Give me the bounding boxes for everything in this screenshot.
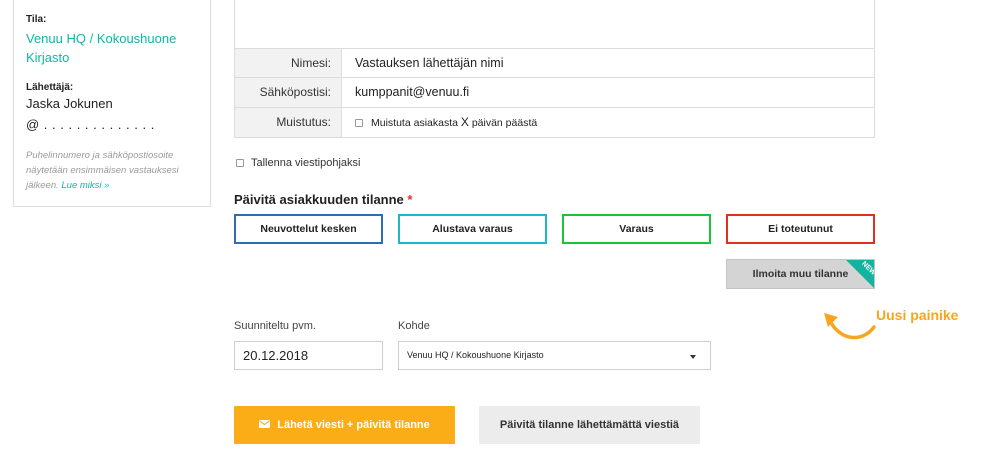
caret-down-icon <box>690 355 696 359</box>
name-label: Nimesi: <box>235 49 342 77</box>
sender-label: Lähettäjä: <box>26 82 74 93</box>
reminder-text-after: päivän päästä <box>471 117 538 129</box>
message-textarea[interactable] <box>234 0 875 49</box>
target-label: Kohde <box>398 320 430 332</box>
space-label: Tila: <box>26 14 47 25</box>
status-negotiating-button[interactable]: Neuvottelut kesken <box>234 214 383 244</box>
annotation-arrow-icon <box>824 313 876 340</box>
status-booking-button[interactable]: Varaus <box>562 214 711 244</box>
envelope-icon <box>259 420 271 429</box>
send-and-update-label: Lähetä viesti + päivitä tilanne <box>277 419 430 431</box>
target-select[interactable]: Venuu HQ / Kokoushuone Kirjasto <box>398 341 711 370</box>
reminder-field: Muistuta asiakasta X päivän päästä <box>343 108 874 137</box>
update-without-message-button[interactable]: Päivitä tilanne lähettämättä viestiä <box>479 406 700 444</box>
status-section-title: Päivitä asiakkuuden tilanne * <box>234 192 412 207</box>
read-why-link[interactable]: Lue miksi » <box>61 180 109 191</box>
reminder-text: Muistuta asiakasta X päivän päästä <box>371 115 538 129</box>
status-title-text: Päivitä asiakkuuden tilanne <box>234 192 404 207</box>
space-info-card: Tila: Venuu HQ / Kokoushuone Kirjasto Lä… <box>13 0 211 207</box>
email-row: Sähköpostisi: kumppanit@venuu.fi <box>234 78 875 108</box>
other-status-label: Ilmoita muu tilanne <box>752 268 849 280</box>
save-template-label: Tallenna viestipohjaksi <box>251 157 361 169</box>
sender-email-masked: @ . . . . . . . . . . . . . . <box>26 117 155 132</box>
contact-info-note: Puhelinnumero ja sähköpostiosoite näytet… <box>26 148 202 193</box>
status-preliminary-booking-button[interactable]: Alustava varaus <box>398 214 547 244</box>
reminder-row: Muistutus: Muistuta asiakasta X päivän p… <box>234 108 875 138</box>
planned-date-label: Suunniteltu pvm. <box>234 320 316 332</box>
reminder-label: Muistutus: <box>235 108 342 137</box>
save-template-option[interactable]: Tallenna viestipohjaksi <box>236 157 360 169</box>
name-row: Nimesi: Vastauksen lähettäjän nimi <box>234 48 875 78</box>
save-template-checkbox[interactable] <box>236 159 244 168</box>
status-not-realized-button[interactable]: Ei toteutunut <box>726 214 875 244</box>
annotation-label: Uusi painike <box>876 307 959 323</box>
space-link[interactable]: Venuu HQ / Kokoushuone Kirjasto <box>26 29 196 67</box>
report-other-status-button[interactable]: Ilmoita muu tilanne NEW <box>726 259 875 289</box>
planned-date-input[interactable]: 20.12.2018 <box>234 341 383 370</box>
reminder-text-before: Muistuta asiakasta <box>371 117 458 129</box>
email-label: Sähköpostisi: <box>235 78 342 107</box>
email-input[interactable]: kumppanit@venuu.fi <box>343 78 874 107</box>
required-mark: * <box>407 192 413 207</box>
name-input[interactable]: Vastauksen lähettäjän nimi <box>343 49 874 77</box>
target-select-value: Venuu HQ / Kokoushuone Kirjasto <box>407 350 544 360</box>
sender-name: Jaska Jokunen <box>26 96 113 111</box>
reminder-days-x[interactable]: X <box>461 115 469 129</box>
send-and-update-button[interactable]: Lähetä viesti + päivitä tilanne <box>234 406 455 444</box>
reminder-checkbox[interactable] <box>355 119 363 127</box>
